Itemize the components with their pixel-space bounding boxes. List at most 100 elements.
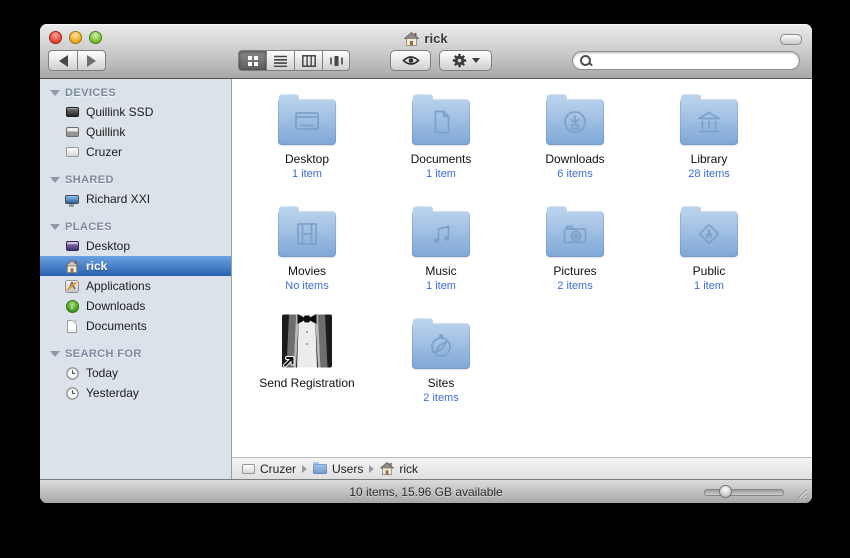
column-view-button[interactable] (294, 50, 322, 71)
gear-icon (452, 53, 466, 68)
applications-icon: A (64, 279, 80, 294)
path-segment-users[interactable]: Users (313, 461, 363, 476)
column-view-icon (301, 54, 316, 67)
forward-button[interactable] (77, 50, 106, 71)
sidebar-section-shared[interactable]: SHARED (40, 171, 231, 189)
movies-folder-icon[interactable] (278, 206, 336, 257)
item-count: 2 items (423, 392, 459, 404)
finder-window: rick DEVICES Quillink SSD Quillink Cruze… (40, 24, 812, 503)
path-segment-cruzer[interactable]: Cruzer (242, 462, 296, 476)
item-name[interactable]: Downloads (545, 153, 604, 166)
grid-item-send-registration[interactable]: Send Registration (240, 313, 374, 425)
sidebar-item-label: Quillink (86, 125, 126, 139)
sidebar-item-downloads[interactable]: ↓ Downloads (40, 296, 231, 316)
grid-item-sites[interactable]: Sites 2 items (374, 313, 508, 425)
toolbar-toggle-button[interactable] (780, 34, 802, 45)
downloads-icon: ↓ (64, 299, 80, 314)
documents-folder-icon[interactable] (412, 94, 470, 145)
grid-item-library[interactable]: Library 28 items (642, 89, 776, 201)
section-label: DEVICES (65, 87, 117, 99)
item-name[interactable]: Music (425, 265, 456, 278)
quick-look-button[interactable] (390, 50, 431, 71)
sidebar-section-places[interactable]: PLACES (40, 218, 231, 236)
sidebar-item-label: rick (86, 259, 108, 273)
item-name[interactable]: Documents (411, 153, 472, 166)
item-name[interactable]: Send Registration (259, 377, 354, 390)
resize-grip[interactable] (795, 487, 807, 499)
grid-item-music[interactable]: Music 1 item (374, 201, 508, 313)
item-name[interactable]: Desktop (285, 153, 329, 166)
path-segment-rick[interactable]: rick (380, 462, 418, 476)
sidebar-item-documents[interactable]: Documents (40, 316, 231, 336)
item-name[interactable]: Library (691, 153, 728, 166)
sidebar-item-label: Applications (86, 279, 151, 293)
back-icon (58, 54, 68, 67)
shared-computer-icon (64, 192, 80, 207)
icon-view-button[interactable] (238, 50, 266, 71)
sidebar-item-applications[interactable]: A Applications (40, 276, 231, 296)
sidebar-item-rick[interactable]: rick (40, 256, 231, 276)
sidebar-item-quillink[interactable]: Quillink (40, 122, 231, 142)
folder-icon (313, 461, 328, 474)
grid-item-documents[interactable]: Documents 1 item (374, 89, 508, 201)
home-icon (404, 31, 420, 46)
public-folder-icon[interactable] (680, 206, 738, 257)
grid-item-pictures[interactable]: Pictures 2 items (508, 201, 642, 313)
drive-icon (242, 463, 255, 474)
item-name[interactable]: Public (693, 265, 726, 278)
sidebar-item-label: Cruzer (86, 145, 123, 159)
search-icon (580, 55, 591, 66)
sidebar-item-label: Downloads (86, 299, 146, 313)
path-separator-icon (369, 464, 375, 473)
library-folder-icon[interactable] (680, 94, 738, 145)
slider-knob[interactable] (719, 485, 733, 498)
disclosure-triangle-icon[interactable] (50, 224, 60, 230)
tuxedo-alias-icon[interactable] (279, 313, 335, 369)
pictures-folder-icon[interactable] (546, 206, 604, 257)
grid-item-public[interactable]: Public 1 item (642, 201, 776, 313)
item-count: 1 item (426, 168, 456, 180)
sidebar-item-label: Documents (86, 319, 147, 333)
section-label: SHARED (65, 174, 114, 186)
sidebar-item-cruzer[interactable]: Cruzer (40, 142, 231, 162)
grid-item-desktop[interactable]: Desktop 1 item (240, 89, 374, 201)
path-separator-icon (302, 464, 308, 473)
desktop-folder-icon[interactable] (278, 94, 336, 145)
sites-folder-icon[interactable] (412, 318, 470, 369)
disclosure-triangle-icon[interactable] (50, 351, 60, 357)
item-name[interactable]: Movies (288, 265, 326, 278)
home-icon (64, 259, 80, 274)
path-bar: Cruzer Users rick (232, 457, 812, 479)
sidebar-item-today[interactable]: Today (40, 363, 231, 383)
sidebar-item-yesterday[interactable]: Yesterday (40, 383, 231, 403)
icon-size-slider[interactable] (704, 485, 784, 498)
action-button[interactable] (439, 50, 492, 71)
music-folder-icon[interactable] (412, 206, 470, 257)
disclosure-triangle-icon[interactable] (50, 90, 60, 96)
sidebar-item-desktop[interactable]: Desktop (40, 236, 231, 256)
sidebar-item-richard-xxi[interactable]: Richard XXI (40, 189, 231, 209)
grid-item-downloads[interactable]: Downloads 6 items (508, 89, 642, 201)
section-label: SEARCH FOR (65, 348, 142, 360)
chevron-down-icon (471, 58, 480, 63)
back-button[interactable] (48, 50, 77, 71)
window-title: rick (40, 31, 812, 46)
list-view-button[interactable] (266, 50, 294, 71)
section-label: PLACES (65, 221, 113, 233)
desktop-icon (64, 239, 80, 254)
item-name[interactable]: Sites (428, 377, 455, 390)
sidebar-item-quillink-ssd[interactable]: Quillink SSD (40, 102, 231, 122)
item-count: 6 items (557, 168, 593, 180)
downloads-folder-icon[interactable] (546, 94, 604, 145)
sidebar-section-devices[interactable]: DEVICES (40, 84, 231, 102)
icon-view-area[interactable]: Desktop 1 item Documents 1 item Download… (232, 79, 812, 457)
item-name[interactable]: Pictures (553, 265, 596, 278)
coverflow-view-button[interactable] (322, 50, 350, 71)
search-field[interactable] (572, 51, 800, 70)
item-count: 2 items (557, 280, 593, 292)
grid-item-movies[interactable]: Movies No items (240, 201, 374, 313)
sidebar-section-search-for[interactable]: SEARCH FOR (40, 345, 231, 363)
search-input[interactable] (596, 52, 792, 69)
item-count: 28 items (688, 168, 730, 180)
disclosure-triangle-icon[interactable] (50, 177, 60, 183)
